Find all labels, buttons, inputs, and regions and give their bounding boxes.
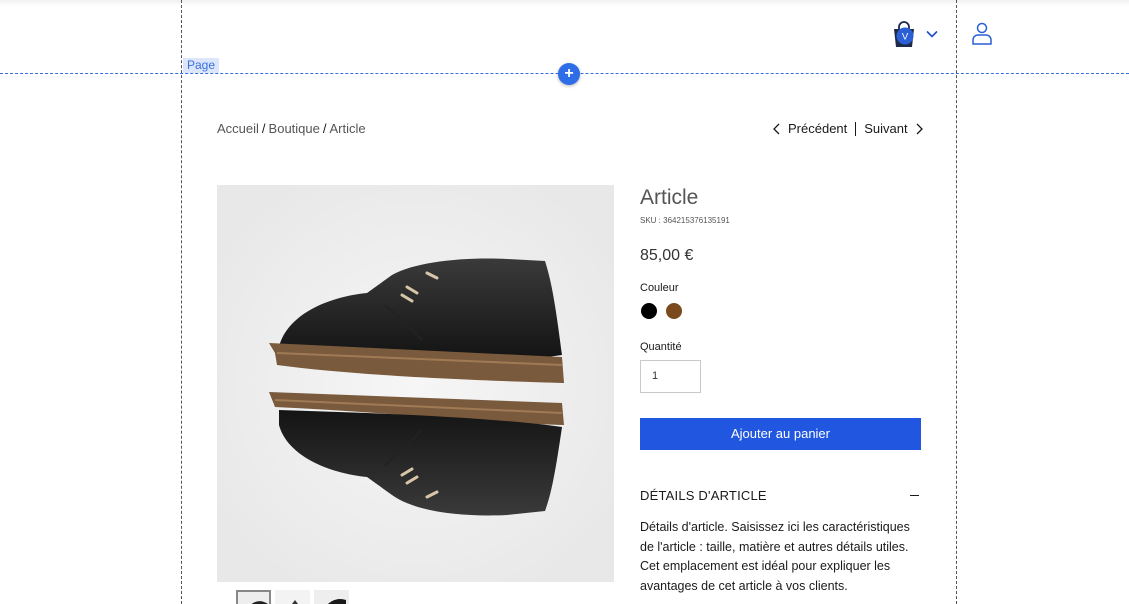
details-accordion-header[interactable]: DÉTAILS D'ARTICLE xyxy=(640,488,921,503)
chevron-down-icon[interactable] xyxy=(925,27,939,41)
details-title: DÉTAILS D'ARTICLE xyxy=(640,488,767,503)
minus-icon[interactable] xyxy=(910,495,919,496)
cart-badge: V xyxy=(902,32,909,43)
product-price: 85,00 € xyxy=(640,247,694,264)
next-label: Suivant xyxy=(864,121,908,136)
chevron-left-icon xyxy=(773,123,780,134)
color-swatch-brown[interactable] xyxy=(666,303,682,319)
right-guide-line xyxy=(956,0,957,604)
previous-label: Précédent xyxy=(788,121,848,136)
breadcrumb: Accueil / Boutique / Article xyxy=(217,121,366,136)
page-tag[interactable]: Page xyxy=(183,58,220,73)
thumbnail-strip xyxy=(236,590,349,604)
pager-divider xyxy=(855,121,857,136)
thumbnail-2[interactable] xyxy=(275,590,310,604)
shopping-bag-icon[interactable]: V xyxy=(891,20,917,48)
user-icon[interactable] xyxy=(969,20,995,48)
breadcrumb-shop[interactable]: Boutique xyxy=(269,121,320,136)
breadcrumb-current: Article xyxy=(329,121,366,136)
header-shadow xyxy=(0,0,1129,6)
previous-link[interactable]: Précédent xyxy=(772,121,847,136)
product-title: Article xyxy=(640,186,699,209)
breadcrumb-separator: / xyxy=(261,121,266,136)
next-link[interactable]: Suivant xyxy=(864,121,923,136)
add-section-button[interactable]: + xyxy=(558,63,580,85)
quantity-label: Quantité xyxy=(640,341,682,353)
breadcrumb-separator: / xyxy=(322,121,327,136)
boots-image xyxy=(217,185,614,582)
details-text: Détails d'article. Saisissez ici les car… xyxy=(640,520,910,593)
product-sku: SKU : 364215376135191 xyxy=(640,216,730,225)
color-label: Couleur xyxy=(640,282,679,294)
chevron-right-icon xyxy=(916,123,923,134)
left-guide-line xyxy=(181,0,182,604)
color-swatches xyxy=(641,303,682,319)
breadcrumb-home[interactable]: Accueil xyxy=(217,121,259,136)
color-swatch-black[interactable] xyxy=(641,303,657,319)
product-pager: Précédent Suivant xyxy=(772,121,924,136)
quantity-input[interactable]: 1 xyxy=(640,360,701,393)
thumbnail-3[interactable] xyxy=(314,590,349,604)
product-image[interactable] xyxy=(217,185,614,582)
add-to-cart-button[interactable]: Ajouter au panier xyxy=(640,418,921,450)
thumbnail-1[interactable] xyxy=(236,590,271,604)
